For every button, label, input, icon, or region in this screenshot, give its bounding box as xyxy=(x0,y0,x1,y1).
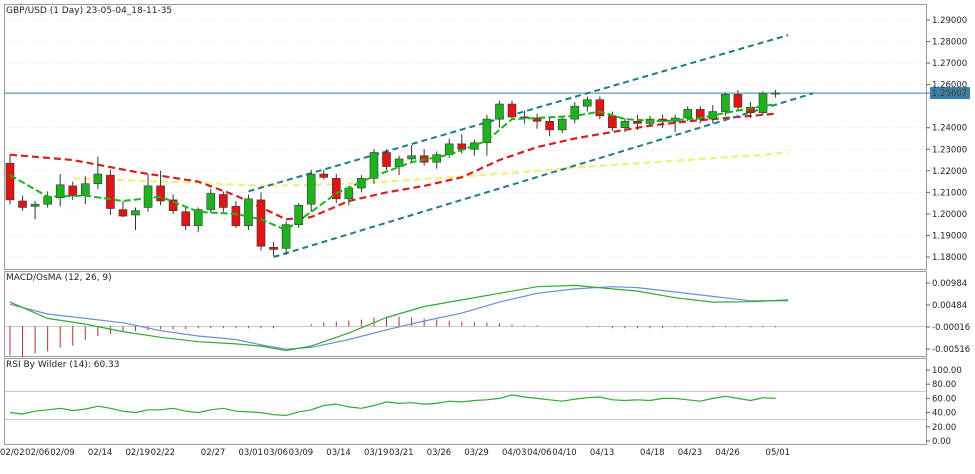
x-tick-label: 04/18 xyxy=(640,448,665,458)
x-tick-label: 05/01 xyxy=(766,448,791,458)
candle-bull xyxy=(620,120,630,129)
macd-panel xyxy=(4,271,927,357)
candle-bear xyxy=(633,120,642,124)
rsi-tick-label: 0.00 xyxy=(932,437,951,447)
x-tick-label: 03/06 xyxy=(264,448,289,458)
chart-canvas: 1.25607 02/02 02/06 02/09 02/14 02/19 02/22 02… xyxy=(0,4,970,458)
candle-bull xyxy=(495,103,504,120)
candle-bear xyxy=(608,115,617,129)
x-tick-label: 03/14 xyxy=(326,448,351,458)
candle-bull xyxy=(721,94,730,112)
candle-bear xyxy=(545,120,554,131)
candle-bear xyxy=(269,247,278,250)
candle-bear xyxy=(507,103,517,118)
price-tick-label: 1.28000 xyxy=(932,38,967,48)
candle-bear xyxy=(68,185,78,196)
candle-bull xyxy=(758,92,768,113)
candle-bull xyxy=(570,105,580,120)
x-tick-label: 03/09 xyxy=(289,448,314,458)
x-tick-label: 02/02 xyxy=(0,448,25,458)
candle-bear xyxy=(319,173,329,178)
price-tick-label: 1.22000 xyxy=(932,167,967,177)
rsi-tick-label: 80.00 xyxy=(932,380,956,390)
x-tick-label: 02/27 xyxy=(201,448,226,458)
candle-bear xyxy=(118,209,128,217)
price-tick-label: 1.20000 xyxy=(932,210,967,220)
candle-bull xyxy=(306,173,316,205)
x-tick-label: 03/26 xyxy=(427,448,452,458)
x-tick-label: 02/19 xyxy=(126,448,151,458)
macd-tick-label: 0.00984 xyxy=(932,279,967,289)
candle-bear xyxy=(382,152,391,167)
x-tick-label: 04/26 xyxy=(715,448,740,458)
x-tick-label: 02/06 xyxy=(25,448,49,458)
candle-bear xyxy=(106,174,115,209)
candle-bear xyxy=(733,94,743,108)
price-tick-label: 1.18000 xyxy=(932,253,967,263)
x-tick-label: 02/14 xyxy=(88,448,113,458)
price-tick-label: 1.24000 xyxy=(932,124,967,134)
macd-title: MACD/OsMA (12, 26, 9) xyxy=(6,273,112,283)
candle-bull xyxy=(771,92,780,95)
chart-title: GBP/USD (1 Day) 23-05-04_18-11-35 xyxy=(6,6,172,16)
x-tick-label: 04/13 xyxy=(590,448,615,458)
x-tick-label: 03/01 xyxy=(238,448,263,458)
macd-tick-label: -0.00016 xyxy=(932,323,970,333)
candle-bull xyxy=(407,155,416,160)
x-tick-label: 04/06 xyxy=(527,448,552,458)
candle-bear xyxy=(181,211,190,227)
candle-bull xyxy=(244,198,253,227)
x-tick-label: 03/19 xyxy=(364,448,389,458)
rsi-tick-label: 60.00 xyxy=(932,394,956,404)
rsi-tick-label: 40.00 xyxy=(932,409,956,419)
candle-bull xyxy=(81,183,90,196)
price-panel xyxy=(4,4,927,270)
rsi-tick-label: 100.00 xyxy=(932,366,962,376)
macd-tick-label: -0.00516 xyxy=(932,345,970,355)
price-tick-label: 1.21000 xyxy=(932,188,967,198)
candle-bull xyxy=(131,210,140,216)
x-tick-label: 02/22 xyxy=(151,448,176,458)
candle-bear xyxy=(18,200,27,208)
candle-bull xyxy=(206,193,216,210)
candle-bull xyxy=(93,173,103,185)
x-tick-label: 03/29 xyxy=(464,448,489,458)
candle-bull xyxy=(683,109,693,119)
x-tick-label: 04/10 xyxy=(552,448,577,458)
candle-bear xyxy=(256,199,266,247)
macd-tick-label: 0.00484 xyxy=(932,301,967,311)
candle-bull xyxy=(582,99,592,107)
x-tick-label: 04/23 xyxy=(678,448,703,458)
price-tick-label: 1.23000 xyxy=(932,145,967,155)
price-tick-label: 1.29000 xyxy=(932,16,967,26)
price-tick-label: 1.19000 xyxy=(932,231,967,241)
x-tick-label: 03/21 xyxy=(389,448,414,458)
x-tick-label: 04/03 xyxy=(502,448,527,458)
x-tick-label: 02/09 xyxy=(50,448,74,458)
candle-bear xyxy=(231,206,241,227)
candle-bear xyxy=(219,194,228,208)
candle-bear xyxy=(5,162,15,201)
price-tick-label: 1.27000 xyxy=(932,59,967,69)
rsi-title: RSI By Wilder (14): 60.33 xyxy=(6,360,120,370)
candle-bull xyxy=(143,185,153,208)
candle-bull xyxy=(43,196,52,205)
price-tick-label: 1.25607 xyxy=(932,89,967,99)
candle-bull xyxy=(30,203,40,207)
rsi-tick-label: 20.00 xyxy=(932,423,956,433)
candle-bull xyxy=(557,118,567,131)
